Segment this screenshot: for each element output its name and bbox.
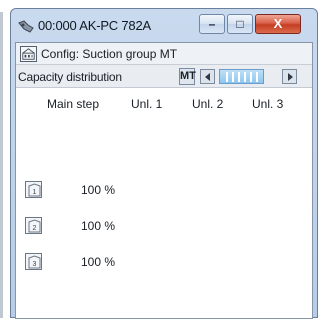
config-title: Config: Suction group MT bbox=[41, 47, 178, 61]
arrow-left-icon bbox=[205, 73, 210, 81]
arrow-right-icon bbox=[288, 73, 293, 81]
step-2-value: 100 % bbox=[81, 219, 116, 233]
column-header-main-step: Main step bbox=[47, 97, 100, 111]
step-2-button[interactable]: 2 bbox=[25, 217, 42, 234]
scroller-stripe bbox=[256, 72, 258, 82]
scroller-stripe bbox=[226, 72, 228, 82]
window-titlebar[interactable]: 00:000 AK-PC 782A – □ X bbox=[11, 9, 317, 42]
column-header-unl-2: Unl. 2 bbox=[192, 97, 224, 111]
column-header-unl-1: Unl. 1 bbox=[131, 97, 163, 111]
step-icon: 2 bbox=[28, 219, 41, 233]
column-header-unl-3: Unl. 3 bbox=[252, 97, 284, 111]
close-icon: X bbox=[273, 16, 283, 31]
config-icon[interactable] bbox=[20, 46, 37, 62]
screen: 00:000 AK-PC 782A – □ X Config: Suction … bbox=[0, 0, 323, 319]
step-number: 3 bbox=[33, 261, 37, 268]
window-title: 00:000 AK-PC 782A bbox=[38, 18, 151, 33]
step-1-value: 100 % bbox=[81, 183, 116, 197]
maximize-button[interactable]: □ bbox=[227, 14, 253, 34]
table-row: 2 100 % bbox=[16, 217, 312, 239]
scroller-stripe bbox=[232, 72, 234, 82]
app-window: 00:000 AK-PC 782A – □ X Config: Suction … bbox=[10, 8, 318, 319]
page-scroller[interactable] bbox=[219, 69, 264, 84]
scroller-stripe bbox=[244, 72, 246, 82]
scroller-stripe bbox=[238, 72, 240, 82]
capacity-title: Capacity distribution bbox=[18, 70, 122, 84]
config-header: Config: Suction group MT bbox=[16, 43, 312, 65]
tab-mt[interactable]: MT bbox=[179, 68, 196, 85]
step-number: 1 bbox=[33, 189, 37, 196]
minimize-icon: – bbox=[208, 17, 216, 31]
table-row: 3 100 % bbox=[16, 253, 312, 275]
step-1-button[interactable]: 1 bbox=[25, 181, 42, 198]
step-3-value: 100 % bbox=[81, 255, 116, 269]
window-client-area: Config: Suction group MT Capacity distri… bbox=[15, 42, 313, 319]
step-icon: 1 bbox=[28, 183, 41, 197]
step-number: 2 bbox=[33, 225, 37, 232]
capacity-toolbar: Capacity distribution MT bbox=[16, 65, 312, 88]
scroller-stripe bbox=[250, 72, 252, 82]
minimize-button[interactable]: – bbox=[199, 14, 225, 34]
step-icon: 3 bbox=[28, 255, 41, 269]
maximize-icon: □ bbox=[236, 17, 244, 31]
nav-next-button[interactable] bbox=[282, 69, 297, 84]
step-3-button[interactable]: 3 bbox=[25, 253, 42, 270]
background-edge bbox=[0, 12, 3, 318]
nav-prev-button[interactable] bbox=[200, 69, 215, 84]
table-row: 1 100 % bbox=[16, 181, 312, 203]
close-button[interactable]: X bbox=[255, 14, 301, 34]
app-icon bbox=[18, 20, 34, 33]
